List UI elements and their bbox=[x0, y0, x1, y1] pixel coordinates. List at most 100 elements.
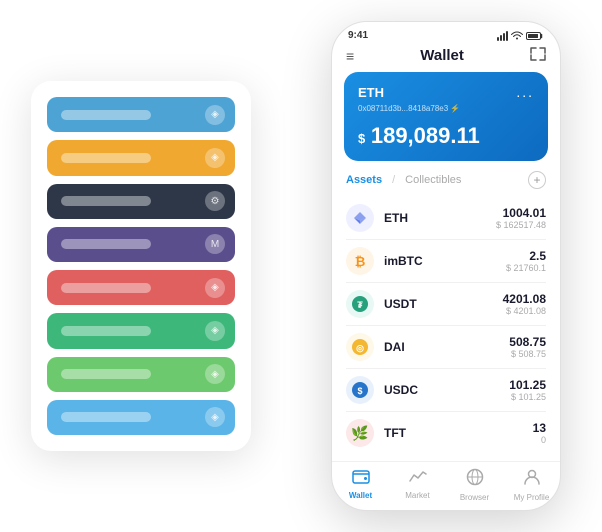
tft-amounts: 13 0 bbox=[533, 421, 546, 445]
usdt-amounts: 4201.08 $ 4201.08 bbox=[503, 292, 546, 316]
color-row-8[interactable]: ◈ bbox=[47, 400, 235, 435]
asset-list: ETH 1004.01 $ 162517.48 ₿ imBTC 2.5 $ 21… bbox=[332, 197, 560, 461]
tft-amount: 13 bbox=[533, 421, 546, 435]
color-row-2[interactable]: ◈ bbox=[47, 140, 235, 175]
asset-item-imbtc[interactable]: ₿ imBTC 2.5 $ 21760.1 bbox=[346, 240, 546, 283]
row-label-3 bbox=[61, 196, 151, 206]
row-icon-4: M bbox=[205, 234, 225, 254]
eth-card-dots[interactable]: ... bbox=[516, 84, 534, 100]
eth-card[interactable]: ETH ... 0x08711d3b...8418a78e3 ⚡ $ 189,0… bbox=[344, 72, 548, 161]
nav-browser[interactable]: Browser bbox=[446, 468, 503, 502]
color-row-6[interactable]: ◈ bbox=[47, 313, 235, 348]
asset-item-usdt[interactable]: ₮ USDT 4201.08 $ 4201.08 bbox=[346, 283, 546, 326]
usdt-usd: $ 4201.08 bbox=[503, 306, 546, 316]
eth-amounts: 1004.01 $ 162517.48 bbox=[496, 206, 546, 230]
row-icon-6: ◈ bbox=[205, 321, 225, 341]
assets-header: Assets / Collectibles + bbox=[332, 171, 560, 197]
row-label-6 bbox=[61, 326, 151, 336]
nav-profile[interactable]: My Profile bbox=[503, 468, 560, 502]
nav-market[interactable]: Market bbox=[389, 468, 446, 502]
bottom-nav: Wallet Market bbox=[332, 461, 560, 510]
row-icon-1: ◈ bbox=[205, 105, 225, 125]
row-label-1 bbox=[61, 110, 151, 120]
row-label-2 bbox=[61, 153, 151, 163]
tab-collectibles[interactable]: Collectibles bbox=[405, 174, 461, 186]
row-label-4 bbox=[61, 239, 151, 249]
profile-nav-label: My Profile bbox=[514, 493, 550, 502]
phone: 9:41 bbox=[331, 21, 561, 511]
tft-icon: 🌿 bbox=[346, 419, 374, 447]
svg-text:$: $ bbox=[357, 386, 362, 396]
market-nav-label: Market bbox=[405, 491, 429, 500]
market-nav-icon bbox=[409, 468, 427, 489]
svg-text:₮: ₮ bbox=[357, 300, 363, 310]
tft-usd: 0 bbox=[533, 435, 546, 445]
wifi-icon bbox=[511, 31, 523, 41]
imbtc-usd: $ 21760.1 bbox=[506, 263, 546, 273]
asset-item-usdc[interactable]: $ USDC 101.25 $ 101.25 bbox=[346, 369, 546, 412]
status-time: 9:41 bbox=[348, 30, 368, 41]
imbtc-amount: 2.5 bbox=[506, 249, 546, 263]
dai-amounts: 508.75 $ 508.75 bbox=[509, 335, 546, 359]
imbtc-name: imBTC bbox=[384, 254, 506, 268]
expand-icon[interactable] bbox=[530, 47, 546, 64]
eth-usd: $ 162517.48 bbox=[496, 220, 546, 230]
page-title: Wallet bbox=[420, 47, 464, 64]
row-icon-3: ⚙ bbox=[205, 191, 225, 211]
dai-name: DAI bbox=[384, 340, 509, 354]
row-icon-2: ◈ bbox=[205, 148, 225, 168]
assets-tabs: Assets / Collectibles bbox=[346, 174, 461, 186]
row-label-5 bbox=[61, 283, 151, 293]
asset-item-tft[interactable]: 🌿 TFT 13 0 bbox=[346, 412, 546, 454]
eth-card-label: ETH bbox=[358, 85, 384, 100]
dai-amount: 508.75 bbox=[509, 335, 546, 349]
row-icon-8: ◈ bbox=[205, 407, 225, 427]
imbtc-icon: ₿ bbox=[346, 247, 374, 275]
browser-nav-icon bbox=[466, 468, 484, 491]
profile-nav-icon bbox=[523, 468, 541, 491]
bg-card: ◈ ◈ ⚙ M ◈ ◈ ◈ ◈ bbox=[31, 81, 251, 451]
status-bar: 9:41 bbox=[332, 22, 560, 45]
dai-usd: $ 508.75 bbox=[509, 349, 546, 359]
signal-icon bbox=[497, 31, 508, 41]
usdt-icon: ₮ bbox=[346, 290, 374, 318]
usdc-amounts: 101.25 $ 101.25 bbox=[509, 378, 546, 402]
asset-item-eth[interactable]: ETH 1004.01 $ 162517.48 bbox=[346, 197, 546, 240]
color-row-7[interactable]: ◈ bbox=[47, 357, 235, 392]
row-label-7 bbox=[61, 369, 151, 379]
usdt-name: USDT bbox=[384, 297, 503, 311]
browser-nav-label: Browser bbox=[460, 493, 489, 502]
color-row-4[interactable]: M bbox=[47, 227, 235, 262]
usdc-usd: $ 101.25 bbox=[509, 392, 546, 402]
usdt-amount: 4201.08 bbox=[503, 292, 546, 306]
eth-name: ETH bbox=[384, 211, 496, 225]
nav-wallet[interactable]: Wallet bbox=[332, 468, 389, 502]
tab-assets[interactable]: Assets bbox=[346, 174, 382, 186]
phone-header: ≡ Wallet bbox=[332, 45, 560, 72]
usdc-amount: 101.25 bbox=[509, 378, 546, 392]
eth-card-currency: $ bbox=[358, 131, 369, 146]
color-row-1[interactable]: ◈ bbox=[47, 97, 235, 132]
wallet-nav-label: Wallet bbox=[349, 491, 372, 500]
menu-icon[interactable]: ≡ bbox=[346, 48, 354, 64]
eth-icon bbox=[346, 204, 374, 232]
wallet-nav-icon bbox=[352, 468, 370, 489]
imbtc-amounts: 2.5 $ 21760.1 bbox=[506, 249, 546, 273]
battery-icon bbox=[526, 31, 544, 41]
eth-card-balance: $ 189,089.11 bbox=[358, 123, 534, 149]
eth-amount: 1004.01 bbox=[496, 206, 546, 220]
dai-icon: ◎ bbox=[346, 333, 374, 361]
tab-divider: / bbox=[392, 174, 395, 186]
row-icon-7: ◈ bbox=[205, 364, 225, 384]
add-asset-button[interactable]: + bbox=[528, 171, 546, 189]
color-row-5[interactable]: ◈ bbox=[47, 270, 235, 305]
asset-item-dai[interactable]: ◎ DAI 508.75 $ 508.75 bbox=[346, 326, 546, 369]
tft-name: TFT bbox=[384, 426, 533, 440]
row-label-8 bbox=[61, 412, 151, 422]
status-icons bbox=[497, 31, 544, 41]
color-row-3[interactable]: ⚙ bbox=[47, 184, 235, 219]
svg-text:◎: ◎ bbox=[356, 343, 364, 353]
eth-card-address: 0x08711d3b...8418a78e3 ⚡ bbox=[358, 104, 534, 113]
row-icon-5: ◈ bbox=[205, 278, 225, 298]
usdc-name: USDC bbox=[384, 383, 509, 397]
